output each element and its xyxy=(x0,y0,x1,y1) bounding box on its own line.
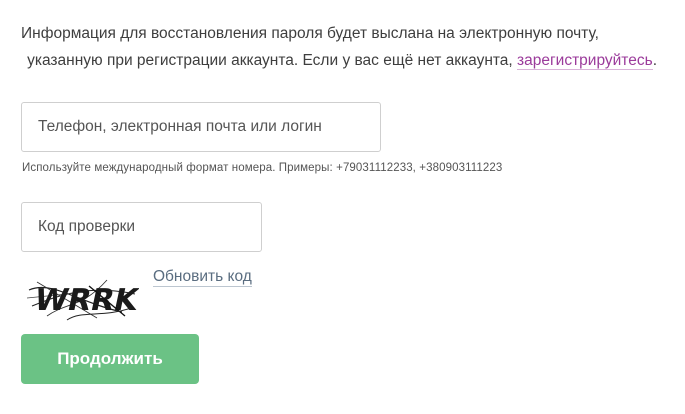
captcha-input[interactable] xyxy=(21,202,262,252)
login-input[interactable] xyxy=(21,102,381,152)
register-link[interactable]: зарегистрируйтесь xyxy=(517,52,653,70)
info-line-2-end: . xyxy=(652,52,657,69)
phone-format-hint: Используйте международный формат номера.… xyxy=(22,162,503,174)
captcha-text: WRRK xyxy=(31,283,139,318)
info-text: Информация для восстановления пароля буд… xyxy=(21,20,671,74)
captcha-image: WRRK xyxy=(27,279,139,321)
refresh-captcha-link[interactable]: Обновить код xyxy=(153,268,252,287)
info-line-1: Информация для восстановления пароля буд… xyxy=(21,25,599,42)
info-line-2: указанную при регистрации аккаунта. Если… xyxy=(21,47,671,74)
info-line-2-text: указанную при регистрации аккаунта. Если… xyxy=(27,52,518,69)
continue-button[interactable]: Продолжить xyxy=(21,334,199,384)
